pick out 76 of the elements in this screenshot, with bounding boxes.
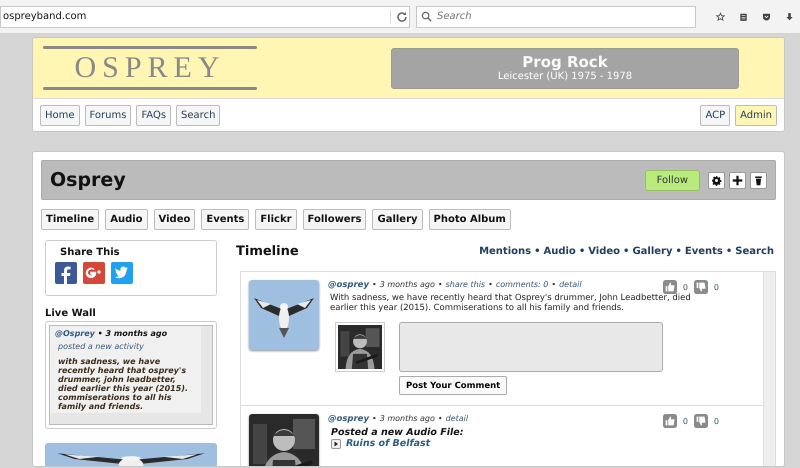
band-genre: Prog Rock xyxy=(522,53,608,71)
facebook-icon[interactable] xyxy=(55,262,77,284)
post-comment-button[interactable]: Post Your Comment xyxy=(399,376,508,395)
thumbs-down-icon[interactable] xyxy=(694,414,708,428)
band-subtitle: Leicester (UK) 1975 - 1978 xyxy=(498,71,632,83)
profile-tab[interactable]: Flickr xyxy=(255,209,297,230)
nav-button[interactable]: FAQs xyxy=(136,104,172,126)
post-link[interactable]: comments: 0 xyxy=(496,280,548,290)
google-plus-icon[interactable] xyxy=(83,262,105,284)
comment-field[interactable] xyxy=(399,322,663,372)
nav-button[interactable]: Search xyxy=(176,104,220,126)
dislike-count: 0 xyxy=(714,416,719,426)
like-count: 0 xyxy=(682,416,688,426)
user-link[interactable]: @osprey xyxy=(328,280,369,290)
separator: • xyxy=(578,246,586,257)
address-bar[interactable]: ospreyband.com xyxy=(0,6,410,28)
separator: • xyxy=(675,246,682,257)
thumbs-up-icon[interactable] xyxy=(662,414,677,428)
nav-button[interactable]: Admin xyxy=(735,104,777,126)
thumbs-up-icon[interactable] xyxy=(662,280,677,294)
star-icon[interactable] xyxy=(716,10,725,24)
separator: • xyxy=(438,280,443,290)
like-count: 0 xyxy=(682,282,688,292)
scrollbar[interactable] xyxy=(763,272,775,466)
post-heading: Posted a new Audio File: xyxy=(331,427,464,438)
search-field[interactable]: Search xyxy=(416,6,696,28)
thumbs-down-icon[interactable] xyxy=(694,280,708,294)
post-time: 3 months ago xyxy=(380,280,435,290)
trash-icon[interactable] xyxy=(750,172,767,188)
separator: • xyxy=(488,280,493,290)
twitter-icon[interactable] xyxy=(111,262,133,284)
nav-button[interactable]: Home xyxy=(40,104,80,126)
share-title: Share This xyxy=(60,247,121,258)
user-link[interactable]: @osprey xyxy=(328,414,369,424)
nav-button[interactable]: ACP xyxy=(700,104,730,126)
plus-icon[interactable] xyxy=(729,172,746,188)
profile-tab[interactable]: Audio xyxy=(105,209,148,230)
timeline-link[interactable]: Audio xyxy=(543,246,576,257)
timeline-link[interactable]: Gallery xyxy=(632,246,672,257)
activity-text: with sadness, we have recently heard that osprey's drummer, john leadbetter, died earlier this year (2015). commiserations to all his family and friends. xyxy=(58,357,190,411)
activity-link[interactable]: posted a new activity xyxy=(58,342,196,351)
timeline-link[interactable]: Mentions xyxy=(479,246,532,257)
timeline-link[interactable]: Video xyxy=(588,246,620,257)
profile-tab[interactable]: Followers xyxy=(302,209,366,230)
separator: • xyxy=(372,280,377,290)
post-time: 3 months ago xyxy=(380,414,435,424)
nav-button[interactable]: Forums xyxy=(84,104,132,126)
timeline-link[interactable]: Events xyxy=(684,246,723,257)
separator: • xyxy=(726,246,732,257)
profile-tab[interactable]: Video xyxy=(154,209,196,230)
play-icon[interactable] xyxy=(331,438,341,448)
follow-button[interactable]: Follow xyxy=(644,170,700,190)
separator: • xyxy=(623,246,630,257)
post-link[interactable]: detail xyxy=(446,414,468,424)
profile-tab[interactable]: Events xyxy=(201,209,250,230)
separator: • xyxy=(534,246,540,257)
profile-tab[interactable]: Timeline xyxy=(41,209,100,230)
post-text: With sadness, we have recently heard that Osprey's drummer, John Leadbetter, died earlier this year (2015). Commiserations to all his family and friends. xyxy=(330,293,692,313)
profile-name: Osprey xyxy=(50,169,127,191)
track-link[interactable]: Ruins of Belfast xyxy=(346,438,430,449)
post-link[interactable]: detail xyxy=(559,280,582,290)
profile-tab[interactable]: Gallery xyxy=(372,209,423,230)
separator: • xyxy=(372,414,377,424)
post-link[interactable]: share this xyxy=(446,280,486,290)
live-wall-title: Live Wall xyxy=(45,308,97,319)
settings-icon[interactable] xyxy=(708,172,725,188)
separator: • xyxy=(438,414,443,424)
reload-icon[interactable] xyxy=(390,10,409,24)
search-icon xyxy=(421,10,432,22)
timeline-title: Timeline xyxy=(236,244,300,259)
timeline-link[interactable]: Search xyxy=(735,246,774,257)
post-time: • 3 months ago xyxy=(96,329,168,338)
user-link[interactable]: @Osprey xyxy=(55,329,95,338)
dislike-count: 0 xyxy=(714,282,719,292)
separator: • xyxy=(551,280,556,290)
profile-tab[interactable]: Photo Album xyxy=(428,209,511,230)
